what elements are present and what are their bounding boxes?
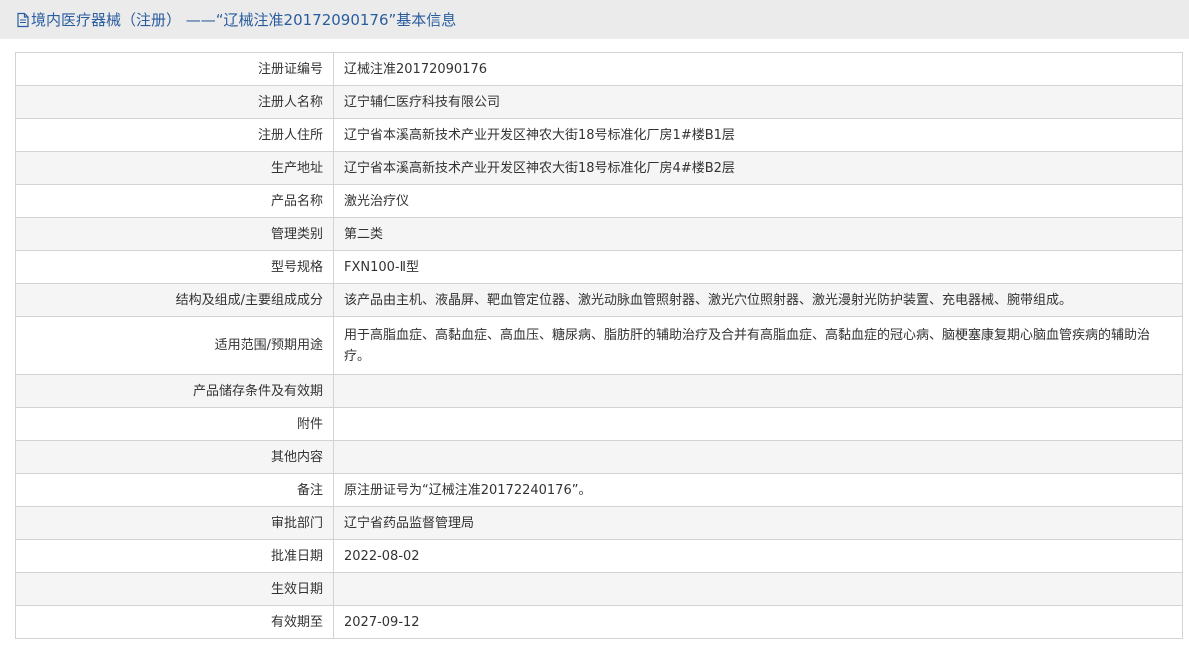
table-row: 型号规格 FXN100-Ⅱ型	[15, 250, 1183, 284]
table-row: 注册证编号 辽械注准20172090176	[15, 52, 1183, 86]
row-label: 备注	[15, 473, 334, 507]
table-row: 附件	[15, 407, 1183, 441]
row-label: 管理类别	[15, 217, 334, 251]
row-value: 辽械注准20172090176	[333, 52, 1183, 86]
row-value: 用于高脂血症、高黏血症、高血压、糖尿病、脂肪肝的辅助治疗及合并有高脂血症、高黏血…	[333, 316, 1183, 375]
row-value: 辽宁省药品监督管理局	[333, 506, 1183, 540]
table-row: 批准日期 2022-08-02	[15, 539, 1183, 573]
row-value	[333, 407, 1183, 441]
table-row: 产品储存条件及有效期	[15, 374, 1183, 408]
row-value: 2027-09-12	[333, 605, 1183, 639]
table-row: 其他内容	[15, 440, 1183, 474]
table-row: 适用范围/预期用途 用于高脂血症、高黏血症、高血压、糖尿病、脂肪肝的辅助治疗及合并…	[15, 316, 1183, 375]
row-label: 型号规格	[15, 250, 334, 284]
row-label: 产品名称	[15, 184, 334, 218]
row-label: 生产地址	[15, 151, 334, 185]
page-title: 境内医疗器械（注册） ——“辽械注准20172090176”基本信息	[31, 11, 457, 29]
row-label: 结构及组成/主要组成成分	[15, 283, 334, 317]
row-value: 激光治疗仪	[333, 184, 1183, 218]
page-header: 境内医疗器械（注册） ——“辽械注准20172090176”基本信息	[0, 0, 1189, 39]
row-value: 第二类	[333, 217, 1183, 251]
row-value: 原注册证号为“辽械注准20172240176”。	[333, 473, 1183, 507]
table-row: 有效期至 2027-09-12	[15, 605, 1183, 639]
document-icon	[16, 12, 30, 28]
row-label: 产品储存条件及有效期	[15, 374, 334, 408]
row-value: 辽宁辅仁医疗科技有限公司	[333, 85, 1183, 119]
row-label: 有效期至	[15, 605, 334, 639]
table-row: 管理类别 第二类	[15, 217, 1183, 251]
row-label: 注册人住所	[15, 118, 334, 152]
table-row: 生产地址 辽宁省本溪高新技术产业开发区神农大街18号标准化厂房4#楼B2层	[15, 151, 1183, 185]
row-value	[333, 440, 1183, 474]
row-label: 生效日期	[15, 572, 334, 606]
table-row: 产品名称 激光治疗仪	[15, 184, 1183, 218]
row-label: 其他内容	[15, 440, 334, 474]
info-table: 注册证编号 辽械注准20172090176 注册人名称 辽宁辅仁医疗科技有限公司 注册人…	[15, 52, 1183, 639]
table-row: 生效日期	[15, 572, 1183, 606]
row-label: 注册人名称	[15, 85, 334, 119]
row-label: 批准日期	[15, 539, 334, 573]
table-row: 注册人住所 辽宁省本溪高新技术产业开发区神农大街18号标准化厂房1#楼B1层	[15, 118, 1183, 152]
row-value: 辽宁省本溪高新技术产业开发区神农大街18号标准化厂房1#楼B1层	[333, 118, 1183, 152]
table-row: 注册人名称 辽宁辅仁医疗科技有限公司	[15, 85, 1183, 119]
row-value: 辽宁省本溪高新技术产业开发区神农大街18号标准化厂房4#楼B2层	[333, 151, 1183, 185]
row-value: FXN100-Ⅱ型	[333, 250, 1183, 284]
table-row: 结构及组成/主要组成成分 该产品由主机、液晶屏、靶血管定位器、激光动脉血管照射器、…	[15, 283, 1183, 317]
row-value	[333, 374, 1183, 408]
row-label: 适用范围/预期用途	[15, 316, 334, 375]
row-label: 审批部门	[15, 506, 334, 540]
table-row: 审批部门 辽宁省药品监督管理局	[15, 506, 1183, 540]
row-label: 注册证编号	[15, 52, 334, 86]
row-value: 2022-08-02	[333, 539, 1183, 573]
row-label: 附件	[15, 407, 334, 441]
table-row: 备注 原注册证号为“辽械注准20172240176”。	[15, 473, 1183, 507]
row-value	[333, 572, 1183, 606]
row-value: 该产品由主机、液晶屏、靶血管定位器、激光动脉血管照射器、激光穴位照射器、激光漫射…	[333, 283, 1183, 317]
